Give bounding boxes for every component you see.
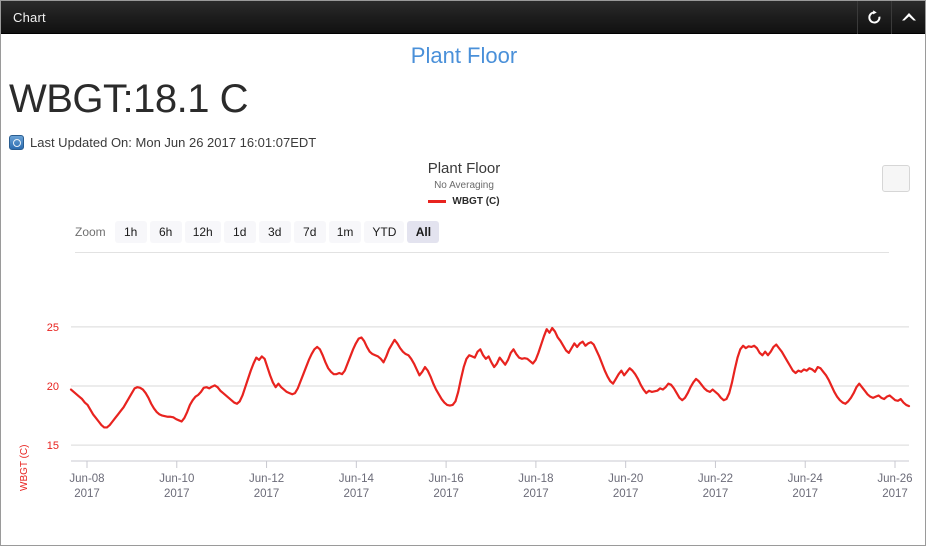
x-tick-label-year: 2017 [882, 488, 908, 500]
x-tick-label-date: Jun-26 [877, 473, 912, 485]
x-tick-label-year: 2017 [703, 488, 729, 500]
clock-icon [9, 135, 24, 150]
refresh-button[interactable] [857, 1, 891, 34]
chart-title: Plant Floor [427, 160, 501, 177]
x-tick-label-date: Jun-12 [249, 473, 284, 485]
x-tick-label-year: 2017 [164, 488, 190, 500]
zoom-button-ytd[interactable]: YTD [364, 221, 405, 243]
x-tick-label-year: 2017 [613, 488, 639, 500]
x-tick-label-date: Jun-10 [159, 473, 194, 485]
zoom-range-selector: Zoom 1h 6h 12h 1d 3d 7d 1m YTD All [75, 221, 440, 243]
chart-menu-button[interactable] [882, 165, 910, 192]
zoom-button-1h[interactable]: 1h [114, 221, 147, 243]
collapse-button[interactable] [891, 1, 925, 34]
plot-area: 15 20 25 Jun-08 2017 Jun-10 2017 Jun-12 2017 Jun-… [1, 286, 926, 506]
x-tick-label-year: 2017 [792, 488, 818, 500]
zoom-button-7d[interactable]: 7d [293, 221, 326, 243]
refresh-icon [867, 9, 882, 25]
x-tick-label-date: Jun-08 [69, 473, 104, 485]
x-tick-label-year: 2017 [74, 488, 100, 500]
x-tick-label-year: 2017 [344, 488, 370, 500]
window-titlebar: Chart [1, 1, 925, 34]
x-tick-label-date: Jun-16 [429, 473, 464, 485]
window-controls [857, 1, 925, 34]
zoom-button-1d[interactable]: 1d [223, 221, 256, 243]
x-tick-label-year: 2017 [523, 488, 549, 500]
chevron-up-icon [901, 11, 917, 23]
last-updated-row: Last Updated On: Mon Jun 26 2017 16:01:0… [9, 135, 316, 150]
x-tick-label-date: Jun-24 [788, 473, 824, 485]
x-tick-label-date: Jun-20 [608, 473, 643, 485]
chart-legend: WBGT (C) [1, 196, 925, 207]
y-tick-label: 25 [47, 322, 59, 334]
chart-widget-window: Chart Plant Floor WBGT:18.1 C Last Updat… [0, 0, 926, 546]
legend-entry-label[interactable]: WBGT (C) [452, 196, 499, 207]
legend-color-swatch [428, 200, 447, 203]
plot-svg[interactable]: 15 20 25 Jun-08 2017 Jun-10 2017 Jun-12 2017 Jun-… [1, 286, 926, 506]
current-reading: WBGT:18.1 C [9, 77, 249, 121]
chart-container: Plant Floor No Averaging WBGT (C) Zoom 1… [1, 156, 926, 516]
zoom-separator [75, 252, 889, 253]
y-tick-label: 20 [47, 381, 59, 393]
x-tick-label-date: Jun-14 [339, 473, 375, 485]
page-title-link[interactable]: Plant Floor [1, 43, 925, 69]
x-tick-label-year: 2017 [433, 488, 459, 500]
zoom-button-3d[interactable]: 3d [258, 221, 291, 243]
zoom-label: Zoom [75, 225, 106, 239]
series-line[interactable] [69, 326, 911, 429]
zoom-button-12h[interactable]: 12h [184, 221, 221, 243]
window-title: Chart [13, 9, 46, 25]
zoom-button-1m[interactable]: 1m [328, 221, 362, 243]
y-tick-label: 15 [47, 440, 59, 452]
chart-subtitle: No Averaging [434, 180, 494, 191]
zoom-button-6h[interactable]: 6h [149, 221, 182, 243]
last-updated-text: Last Updated On: Mon Jun 26 2017 16:01:0… [30, 135, 317, 150]
x-tick-label-date: Jun-22 [698, 473, 733, 485]
x-tick-label-year: 2017 [254, 488, 280, 500]
zoom-button-all[interactable]: All [407, 221, 440, 243]
x-tick-label-date: Jun-18 [518, 473, 553, 485]
